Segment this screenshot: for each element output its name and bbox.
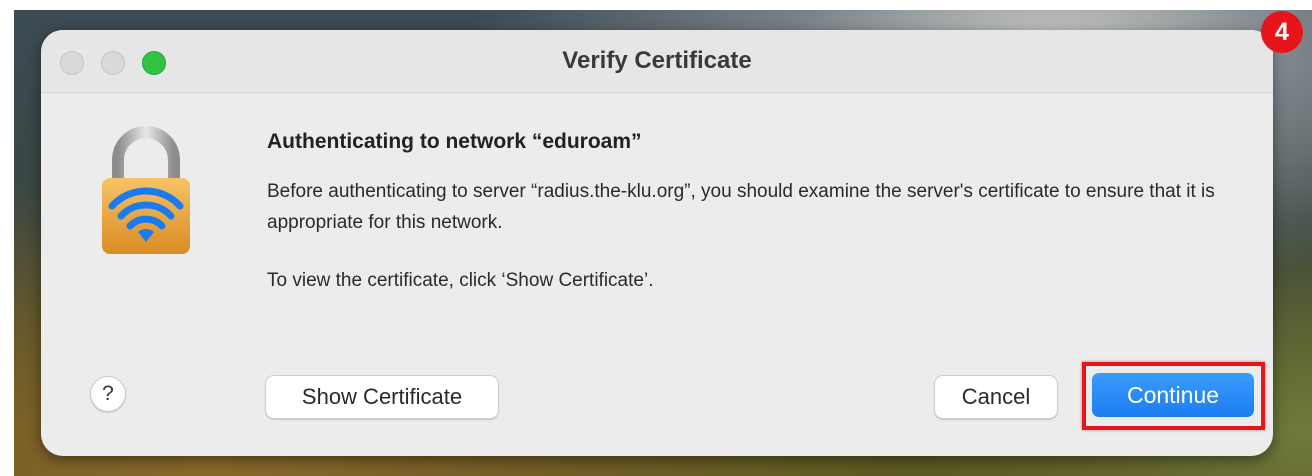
help-button[interactable]: ? bbox=[90, 376, 126, 412]
window-title: Verify Certificate bbox=[562, 47, 752, 74]
show-certificate-button[interactable]: Show Certificate bbox=[265, 375, 499, 419]
cancel-button[interactable]: Cancel bbox=[934, 375, 1058, 419]
dialog-heading: Authenticating to network “eduroam” bbox=[267, 130, 642, 153]
dialog-message: Before authenticating to server “radius.… bbox=[267, 181, 1215, 233]
step-number-badge: 4 bbox=[1261, 11, 1303, 53]
continue-button[interactable]: Continue bbox=[1092, 373, 1254, 417]
dialog-instruction: To view the certificate, click ‘Show Cer… bbox=[267, 270, 654, 291]
title-bar: Verify Certificate bbox=[41, 30, 1273, 93]
lock-wifi-icon bbox=[102, 126, 190, 254]
